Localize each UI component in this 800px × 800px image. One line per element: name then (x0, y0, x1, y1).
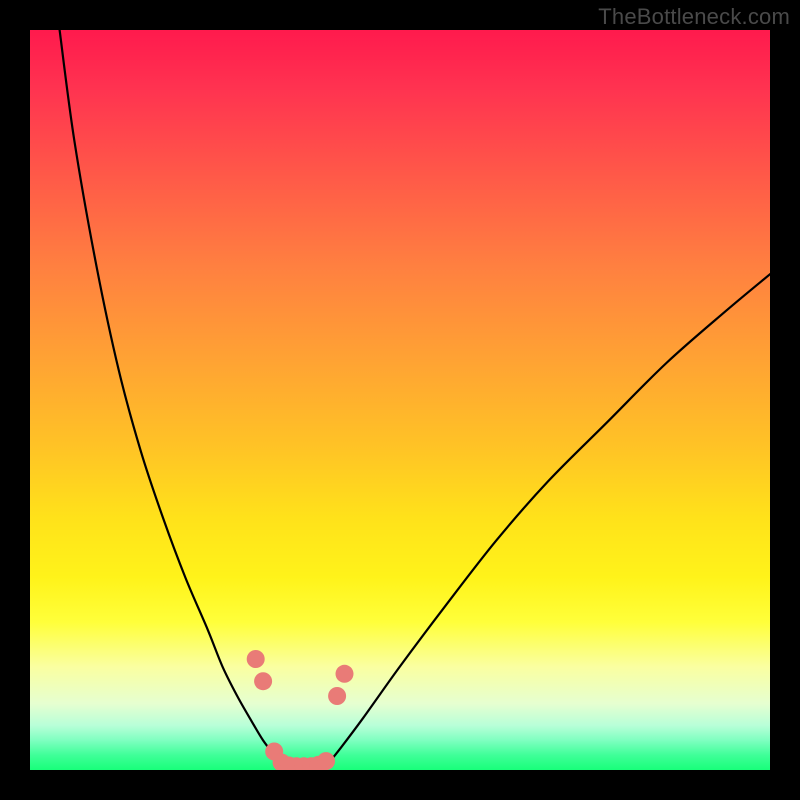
data-point-marker (317, 752, 335, 770)
plot-area (30, 30, 770, 770)
right-branch-curve (326, 274, 770, 766)
data-point-marker (247, 650, 265, 668)
chart-frame: TheBottleneck.com (0, 0, 800, 800)
data-point-marker (328, 687, 346, 705)
curve-layer (30, 30, 770, 770)
data-point-marker (254, 672, 272, 690)
data-point-marker (336, 665, 354, 683)
watermark-text: TheBottleneck.com (598, 4, 790, 30)
